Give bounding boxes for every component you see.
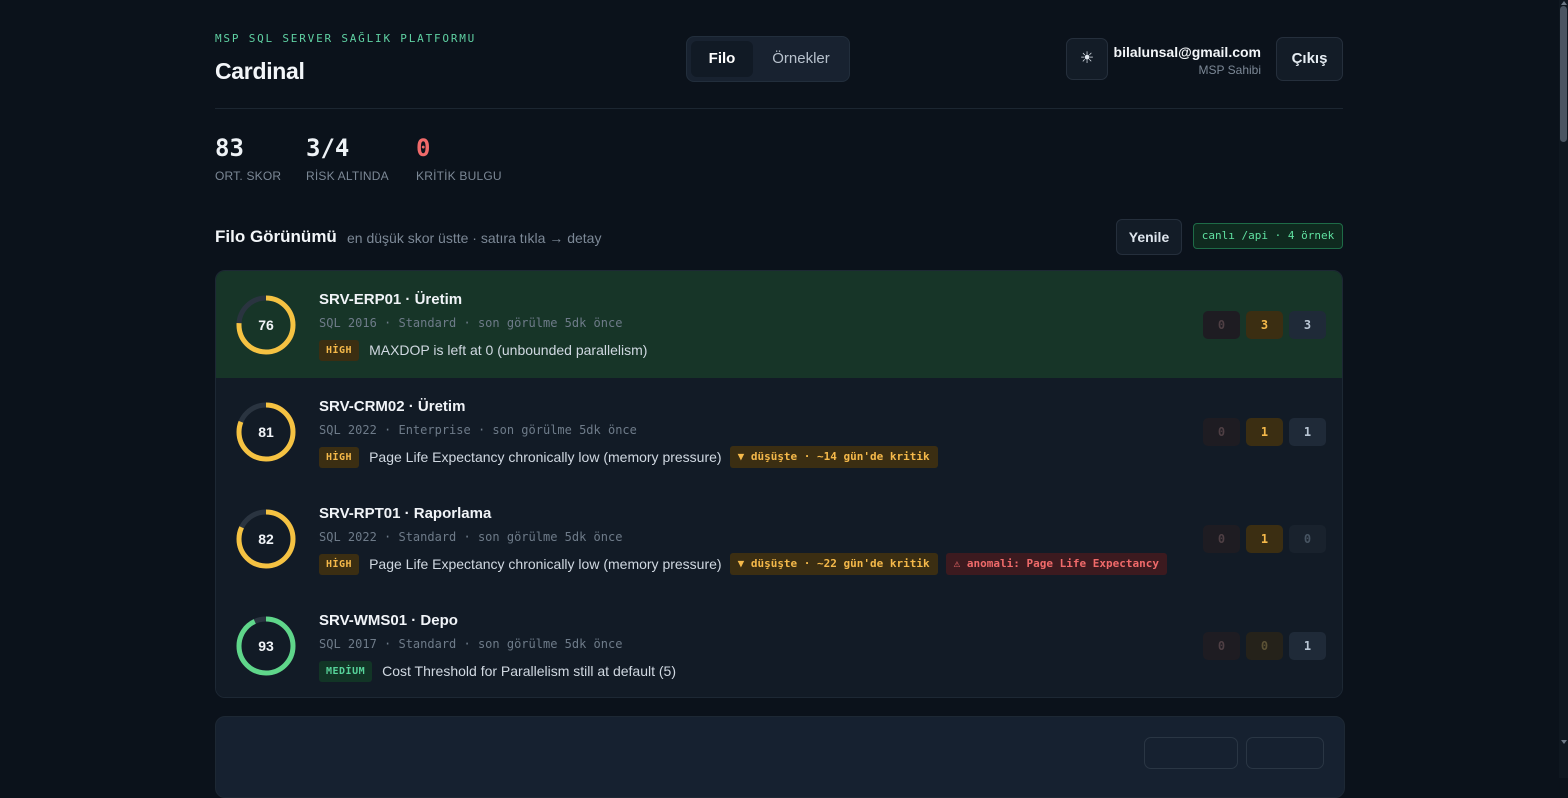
server-meta: SQL 2016 · Standard · son görülme 5dk ön… <box>319 316 623 330</box>
high-count: 3 <box>1246 311 1283 339</box>
finding-text: Page Life Expectancy chronically low (me… <box>369 556 722 572</box>
server-meta: SQL 2022 · Standard · son görülme 5dk ön… <box>319 530 623 544</box>
theme-toggle-button[interactable]: ☀ <box>1066 38 1108 80</box>
finding-text: MAXDOP is left at 0 (unbounded paralleli… <box>369 342 648 358</box>
top-finding: HİGH MAXDOP is left at 0 (unbounded para… <box>319 339 647 361</box>
score-gauge: 76 <box>234 293 298 357</box>
app-header: MSP SQL SERVER SAĞLIK PLATFORMU Cardinal… <box>215 0 1343 109</box>
score-value: 82 <box>258 531 274 547</box>
severity-badge: HİGH <box>319 553 360 575</box>
top-finding: MEDİUM Cost Threshold for Parallelism st… <box>319 660 676 682</box>
live-api-badge: canlı /api · 4 örnek <box>1193 223 1343 249</box>
score-gauge: 82 <box>234 507 298 571</box>
score-value: 93 <box>258 638 274 654</box>
stat-label: KRİTİK BULGU <box>416 169 502 183</box>
server-row[interactable]: 93 SRV-WMS01 · Depo SQL 2017 · Standard … <box>216 592 1342 697</box>
finding-counts: 0 0 1 <box>1203 632 1326 660</box>
platform-kicker: MSP SQL SERVER SAĞLIK PLATFORMU <box>215 32 477 45</box>
medium-count: 0 <box>1289 525 1326 553</box>
server-name: SRV-ERP01 · Üretim <box>319 291 463 308</box>
scroll-up-arrow-icon[interactable] <box>1561 1 1567 5</box>
sun-icon: ☀ <box>1079 50 1095 67</box>
server-meta: SQL 2017 · Standard · son görülme 5dk ön… <box>319 637 623 651</box>
stat-value: 83 <box>215 134 244 162</box>
score-gauge: 81 <box>234 400 298 464</box>
finding-text: Page Life Expectancy chronically low (me… <box>369 449 722 465</box>
score-gauge: 93 <box>234 614 298 678</box>
high-count: 1 <box>1246 525 1283 553</box>
server-name: SRV-CRM02 · Üretim <box>319 398 466 415</box>
scroll-down-arrow-icon[interactable] <box>1561 740 1567 744</box>
scrollbar-thumb[interactable] <box>1560 6 1567 142</box>
stat-value: 0 <box>416 134 431 162</box>
tab-filo[interactable]: Filo <box>691 41 753 77</box>
severity-badge: HİGH <box>319 339 360 361</box>
stat-critical: 0 KRİTİK BULGU <box>416 134 502 183</box>
user-role: MSP Sahibi <box>1198 63 1261 77</box>
trend-badge: ▼ düşüşte · ~22 gün'de kritik <box>729 553 938 575</box>
high-count: 0 <box>1246 632 1283 660</box>
stat-value: 3/4 <box>306 134 350 162</box>
logout-button[interactable]: Çıkış <box>1276 37 1343 81</box>
stat-at-risk: 3/4 RİSK ALTINDA <box>306 134 389 183</box>
page-scrollbar[interactable] <box>1559 0 1568 778</box>
main-nav: Filo Örnekler <box>686 36 850 82</box>
server-row[interactable]: 81 SRV-CRM02 · Üretim SQL 2022 · Enterpr… <box>216 378 1342 486</box>
next-card-button[interactable] <box>1144 737 1238 769</box>
user-email: bilalunsal@gmail.com <box>1113 44 1261 60</box>
server-name: SRV-RPT01 · Raporlama <box>319 505 492 522</box>
score-value: 81 <box>258 424 274 440</box>
brand-title: Cardinal <box>215 58 305 84</box>
finding-counts: 0 3 3 <box>1203 311 1326 339</box>
server-meta: SQL 2022 · Enterprise · son görülme 5dk … <box>319 423 637 437</box>
stat-label: RİSK ALTINDA <box>306 169 389 183</box>
server-row[interactable]: 76 SRV-ERP01 · Üretim SQL 2016 · Standar… <box>216 271 1342 379</box>
severity-badge: HİGH <box>319 446 360 468</box>
tab-ornekler[interactable]: Örnekler <box>759 41 843 77</box>
stat-label: ORT. SKOR <box>215 169 282 183</box>
user-info: bilalunsal@gmail.com MSP Sahibi <box>1114 44 1261 77</box>
stat-avg-score: 83 ORT. SKOR <box>215 134 281 183</box>
score-value: 76 <box>258 317 274 333</box>
top-finding: HİGH Page Life Expectancy chronically lo… <box>319 553 1167 575</box>
medium-count: 1 <box>1289 418 1326 446</box>
finding-text: Cost Threshold for Parallelism still at … <box>382 663 676 679</box>
next-section-card <box>215 716 1345 798</box>
severity-badge: MEDİUM <box>319 660 373 682</box>
high-count: 1 <box>1246 418 1283 446</box>
critical-count: 0 <box>1203 311 1240 339</box>
finding-counts: 0 1 0 <box>1203 525 1326 553</box>
server-name: SRV-WMS01 · Depo <box>319 612 458 629</box>
medium-count: 3 <box>1289 311 1326 339</box>
finding-counts: 0 1 1 <box>1203 418 1326 446</box>
server-list: 76 SRV-ERP01 · Üretim SQL 2016 · Standar… <box>215 270 1343 698</box>
anomaly-badge: ⚠ anomali: Page Life Expectancy <box>945 553 1167 575</box>
critical-count: 0 <box>1203 525 1240 553</box>
refresh-button[interactable]: Yenile <box>1116 219 1182 255</box>
section-subtitle: en düşük skor üstte · satıra tıkla → det… <box>347 230 602 246</box>
critical-count: 0 <box>1203 632 1240 660</box>
medium-count: 1 <box>1289 632 1326 660</box>
section-title: Filo Görünümü <box>215 227 337 246</box>
next-card-button[interactable] <box>1246 737 1324 769</box>
top-finding: HİGH Page Life Expectancy chronically lo… <box>319 446 938 468</box>
critical-count: 0 <box>1203 418 1240 446</box>
server-row[interactable]: 82 SRV-RPT01 · Raporlama SQL 2022 · Stan… <box>216 485 1342 593</box>
trend-badge: ▼ düşüşte · ~14 gün'de kritik <box>729 446 938 468</box>
